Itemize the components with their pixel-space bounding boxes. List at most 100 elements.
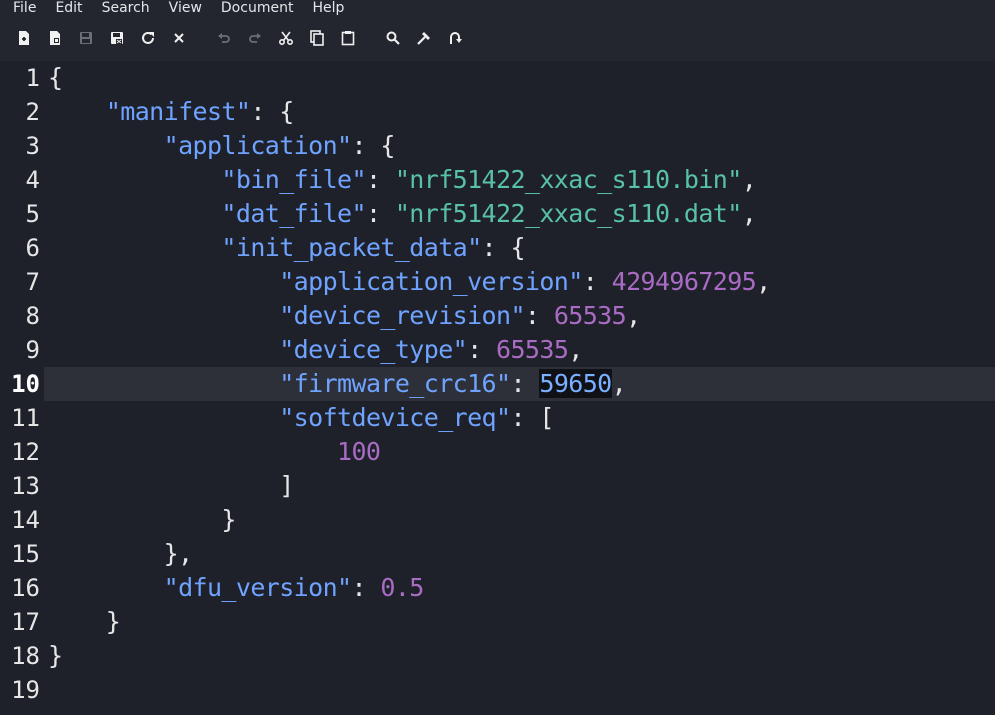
- code-line[interactable]: 8 "device_revision": 65535,: [0, 299, 995, 333]
- code-line[interactable]: 4 "bin_file": "nrf51422_xxac_s110.bin",: [0, 163, 995, 197]
- code-line[interactable]: 13 ]: [0, 469, 995, 503]
- json-key: "application": [163, 131, 352, 160]
- code-line[interactable]: 11 "softdevice_req": [: [0, 401, 995, 435]
- punctuation: ]: [48, 471, 294, 500]
- punctuation: }: [48, 505, 236, 534]
- code-line[interactable]: 15 },: [0, 537, 995, 571]
- punctuation: :: [510, 369, 540, 398]
- line-number: 8: [25, 302, 40, 330]
- punctuation: [48, 199, 221, 228]
- code-text: 100: [48, 435, 381, 469]
- menu-search[interactable]: Search: [89, 0, 156, 17]
- code-line[interactable]: 6 "init_packet_data": {: [0, 231, 995, 265]
- new-from-template-icon[interactable]: [46, 29, 64, 47]
- punctuation: ,: [756, 267, 771, 296]
- json-number: 65535: [553, 301, 627, 330]
- menu-document[interactable]: Document: [208, 0, 300, 17]
- code-line[interactable]: 19: [0, 673, 995, 707]
- code-text: "device_revision": 65535,: [48, 299, 641, 333]
- new-document-icon[interactable]: [15, 29, 33, 47]
- code-line[interactable]: 3 "application": {: [0, 129, 995, 163]
- code-text: "firmware_crc16": 59650,: [48, 367, 627, 401]
- code-text: "init_packet_data": {: [48, 231, 525, 265]
- punctuation: : {: [351, 131, 396, 160]
- code-text: },: [48, 537, 194, 571]
- save-all-icon[interactable]: [108, 29, 126, 47]
- line-number: 14: [11, 506, 40, 534]
- code-line[interactable]: 1{: [0, 61, 995, 95]
- json-key: "manifest": [105, 97, 251, 126]
- menu-bar: File Edit Search View Document Help: [0, 0, 995, 17]
- line-number: 17: [11, 608, 40, 636]
- line-number: 15: [11, 540, 40, 568]
- code-line[interactable]: 12 100: [0, 435, 995, 469]
- menu-file[interactable]: File: [0, 0, 42, 17]
- json-key: "dat_file": [221, 199, 366, 228]
- menu-edit[interactable]: Edit: [42, 0, 88, 17]
- punctuation: [48, 403, 279, 432]
- code-line[interactable]: 10 "firmware_crc16": 59650,: [0, 367, 995, 401]
- punctuation: [48, 437, 337, 466]
- punctuation: :: [467, 335, 497, 364]
- undo-icon[interactable]: [215, 29, 233, 47]
- reload-icon[interactable]: [139, 29, 157, 47]
- code-text: "application_version": 4294967295,: [48, 265, 771, 299]
- line-number: 2: [25, 98, 40, 126]
- punctuation: }: [48, 641, 63, 670]
- code-text: "bin_file": "nrf51422_xxac_s110.bin",: [48, 163, 756, 197]
- menu-help[interactable]: Help: [299, 0, 350, 17]
- punctuation: ,: [568, 335, 583, 364]
- punctuation: : {: [250, 97, 294, 126]
- line-number: 6: [25, 234, 40, 262]
- json-key: "softdevice_req": [279, 403, 511, 432]
- punctuation: :: [365, 199, 395, 228]
- menu-view[interactable]: View: [156, 0, 208, 17]
- paste-icon[interactable]: [339, 29, 357, 47]
- punctuation: [48, 267, 279, 296]
- cut-icon[interactable]: [277, 29, 295, 47]
- line-number: 16: [11, 574, 40, 602]
- code-text: "softdevice_req": [: [48, 401, 554, 435]
- goto-icon[interactable]: [446, 29, 464, 47]
- line-number: 18: [11, 642, 40, 670]
- line-number: 1: [25, 64, 40, 92]
- punctuation: [48, 573, 164, 602]
- punctuation: ,: [741, 165, 757, 194]
- line-number: 3: [25, 132, 40, 160]
- code-line[interactable]: 2 "manifest": {: [0, 95, 995, 129]
- line-number: 13: [11, 472, 40, 500]
- json-number: 0.5: [380, 573, 424, 602]
- copy-icon[interactable]: [308, 29, 326, 47]
- json-key: "dfu_version": [163, 573, 352, 602]
- toolbar: [0, 17, 995, 61]
- redo-icon[interactable]: [246, 29, 264, 47]
- code-line[interactable]: 7 "application_version": 4294967295,: [0, 265, 995, 299]
- code-text: "application": {: [48, 129, 396, 163]
- search-icon[interactable]: [384, 29, 402, 47]
- text-editor[interactable]: 1{2 "manifest": {3 "application": {4 "bi…: [0, 61, 995, 715]
- code-line[interactable]: 9 "device_type": 65535,: [0, 333, 995, 367]
- json-string: "nrf51422_xxac_s110.dat": [394, 199, 742, 228]
- json-key: "bin_file": [221, 165, 366, 194]
- line-number: 4: [25, 166, 40, 194]
- code-text: "device_type": 65535,: [48, 333, 583, 367]
- code-line[interactable]: 16 "dfu_version": 0.5: [0, 571, 995, 605]
- punctuation: [48, 233, 221, 262]
- code-line[interactable]: 14 }: [0, 503, 995, 537]
- code-line[interactable]: 5 "dat_file": "nrf51422_xxac_s110.dat",: [0, 197, 995, 231]
- code-line[interactable]: 17 }: [0, 605, 995, 639]
- code-text: }: [48, 639, 63, 673]
- punctuation: [48, 131, 164, 160]
- code-line[interactable]: 18}: [0, 639, 995, 673]
- close-icon[interactable]: [170, 29, 188, 47]
- punctuation: :: [351, 573, 381, 602]
- punctuation: : {: [481, 233, 526, 262]
- punctuation: [48, 165, 221, 194]
- punctuation: : [: [510, 403, 554, 432]
- line-number: 10: [11, 370, 40, 398]
- punctuation: ,: [741, 199, 757, 228]
- code-text: }: [48, 503, 236, 537]
- replace-icon[interactable]: [415, 29, 433, 47]
- save-icon[interactable]: [77, 29, 95, 47]
- line-number: 7: [25, 268, 40, 296]
